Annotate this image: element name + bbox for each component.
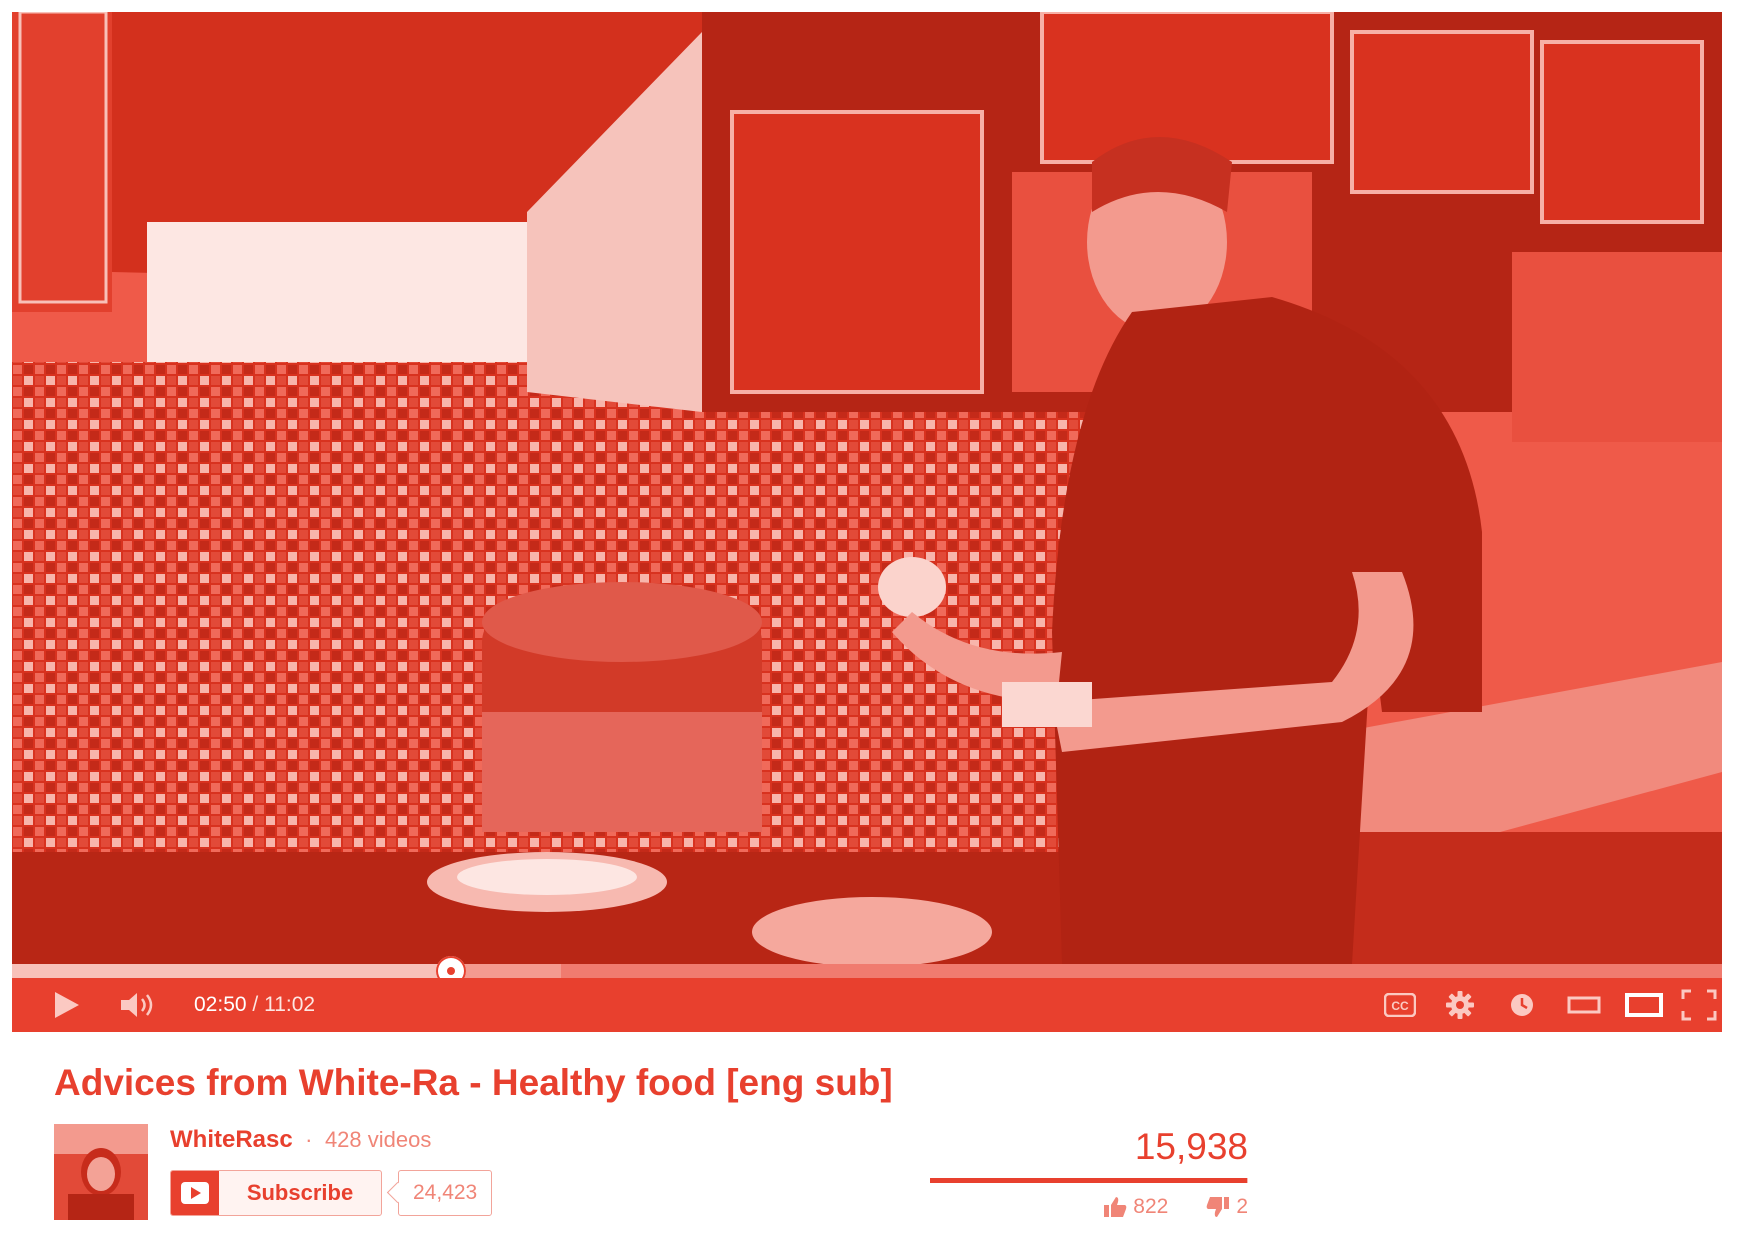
watch-later-button[interactable] <box>1504 978 1540 1032</box>
sentiment-like-fill <box>930 1178 1248 1183</box>
fullscreen-icon <box>1681 989 1717 1021</box>
small-player-icon <box>1567 996 1601 1014</box>
play-icon <box>55 992 79 1018</box>
video-frame-image <box>12 12 1722 964</box>
video-player[interactable]: 02:50 / 11:02 CC <box>12 12 1722 1032</box>
channel-info: WhiteRasc · 428 videos <box>170 1126 431 1154</box>
dislike-button[interactable]: 2 <box>1206 1195 1248 1219</box>
subscriber-count: 24,423 <box>398 1170 493 1216</box>
time-display: 02:50 / 11:02 <box>194 978 315 1032</box>
current-time: 02:50 <box>194 993 247 1016</box>
channel-video-count[interactable]: 428 videos <box>325 1127 431 1152</box>
svg-text:CC: CC <box>1391 999 1409 1013</box>
large-player-button[interactable] <box>1622 978 1666 1032</box>
clock-icon <box>1511 994 1533 1016</box>
avatar-image <box>54 1124 148 1220</box>
view-count: 15,938 <box>1134 1126 1248 1167</box>
channel-separator: · <box>305 1127 313 1152</box>
captions-icon: CC <box>1384 993 1416 1017</box>
subscribe-button[interactable]: Subscribe <box>170 1170 382 1216</box>
volume-icon <box>121 993 153 1017</box>
thumbs-up-icon <box>1104 1197 1127 1217</box>
rating-row: 822 2 <box>930 1192 1248 1222</box>
video-frame[interactable] <box>12 12 1722 964</box>
youtube-logo-icon <box>171 1171 219 1215</box>
time-separator: / <box>246 993 265 1016</box>
dislike-count: 2 <box>1236 1195 1248 1218</box>
large-player-icon <box>1625 993 1663 1017</box>
like-count: 822 <box>1133 1195 1169 1218</box>
duration: 11:02 <box>264 993 316 1016</box>
progress-played <box>12 964 452 978</box>
progress-bar[interactable] <box>12 956 1722 986</box>
thumbs-down-icon <box>1206 1197 1230 1217</box>
channel-avatar[interactable] <box>54 1124 148 1220</box>
settings-button[interactable] <box>1440 978 1480 1032</box>
play-button[interactable] <box>46 978 86 1032</box>
volume-button[interactable] <box>116 978 160 1032</box>
like-button[interactable]: 822 <box>1103 1195 1168 1219</box>
video-title: Advices from White-Ra - Healthy food [en… <box>54 1062 893 1103</box>
small-player-button[interactable] <box>1564 978 1604 1032</box>
fullscreen-button[interactable] <box>1678 978 1720 1032</box>
sentiment-bar <box>930 1178 1248 1183</box>
player-controls: 02:50 / 11:02 CC <box>12 978 1722 1032</box>
channel-name-link[interactable]: WhiteRasc <box>170 1126 293 1153</box>
gear-icon <box>1446 991 1474 1019</box>
captions-button[interactable]: CC <box>1380 978 1420 1032</box>
subscribe-label: Subscribe <box>246 1180 354 1205</box>
